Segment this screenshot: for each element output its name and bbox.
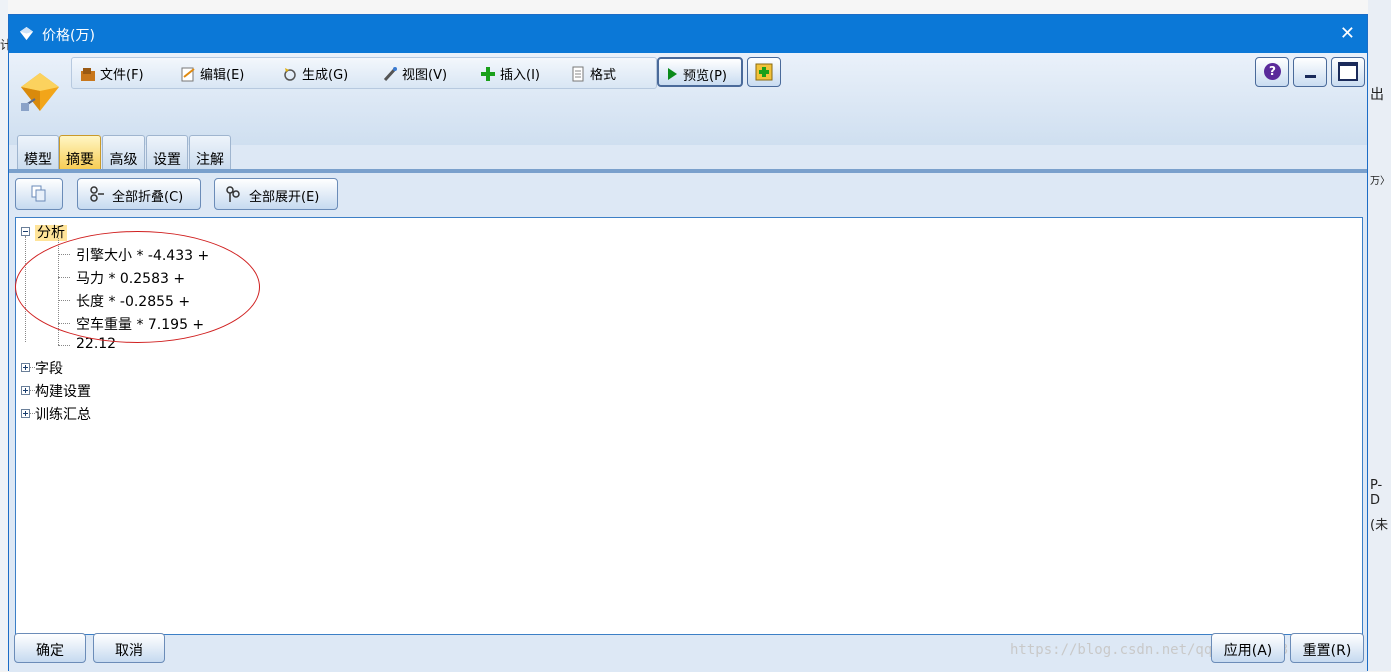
collapse-toggle-icon[interactable] (21, 227, 30, 236)
format-icon (572, 66, 584, 82)
menu-edit-label: 编辑(E) (200, 68, 245, 83)
background-top (0, 0, 1391, 14)
background-left (0, 0, 8, 671)
tab-annotation[interactable]: 注解 (189, 135, 231, 169)
tree-node-training-summary[interactable]: 训练汇总 (35, 404, 91, 424)
help-icon: ? (1264, 63, 1281, 80)
menu-bar: 文件(F) 编辑(E) 生成(G) 视图(V) 插入(I) 格式 (71, 57, 657, 89)
menu-insert-label: 插入(I) (500, 68, 540, 83)
collapse-all-label: 全部折叠(C) (112, 190, 184, 205)
menu-format-label: 格式 (590, 68, 617, 83)
reset-button[interactable]: 重置(R) (1290, 633, 1364, 663)
expand-toggle-icon[interactable] (21, 363, 30, 372)
menu-generate-label: 生成(G) (302, 68, 349, 83)
minimize-button[interactable] (1293, 57, 1327, 87)
tab-model[interactable]: 模型 (17, 135, 59, 169)
copy-button[interactable] (15, 178, 63, 210)
add-to-canvas-button[interactable] (747, 57, 781, 87)
window-title: 价格(万) (42, 28, 95, 44)
menu-format[interactable]: 格式 (570, 64, 616, 83)
menu-file[interactable]: 文件(F) (80, 64, 144, 83)
cancel-button[interactable]: 取消 (93, 633, 165, 663)
annotation-ellipse (15, 231, 260, 343)
tree-node-analysis-label: 分析 (35, 225, 67, 241)
background-pd-fragment: P-D (1370, 478, 1383, 508)
title-bar[interactable]: 价格(万) ✕ (9, 15, 1367, 53)
view-brush-icon (383, 67, 397, 82)
close-icon[interactable]: ✕ (1340, 23, 1355, 44)
plus-icon (481, 67, 495, 81)
copy-icon (31, 185, 46, 202)
background-untitled-fragment: (未 (1370, 518, 1389, 533)
generate-icon (284, 68, 296, 81)
expand-all-icon (226, 186, 240, 202)
help-button[interactable]: ? (1255, 57, 1289, 87)
preview-button[interactable]: 预览(P) (657, 57, 743, 87)
menu-view[interactable]: 视图(V) (382, 64, 447, 83)
menu-file-label: 文件(F) (100, 68, 144, 83)
tab-settings[interactable]: 设置 (146, 135, 188, 169)
tab-advanced[interactable]: 高级 (102, 135, 145, 169)
menu-view-label: 视图(V) (402, 68, 448, 83)
tab-summary[interactable]: 摘要 (59, 135, 101, 169)
menu-insert[interactable]: 插入(I) (480, 64, 540, 83)
expand-toggle-icon[interactable] (21, 386, 30, 395)
maximize-button[interactable] (1331, 57, 1365, 87)
expand-all-label: 全部展开(E) (249, 190, 320, 205)
background-export-fragment: 出 (1370, 87, 1384, 103)
preview-label: 预览(P) (683, 69, 727, 84)
tree-connector (58, 345, 70, 346)
edit-icon (181, 67, 195, 82)
background-label-fragment: 万〉 (1370, 176, 1390, 187)
minimize-icon (1305, 75, 1316, 78)
collapse-all-icon (90, 186, 104, 202)
ok-button[interactable]: 确定 (14, 633, 86, 663)
toolbar-area: 文件(F) 编辑(E) 生成(G) 视图(V) 插入(I) 格式 预览(P) ? (9, 53, 1367, 145)
maximize-icon (1338, 62, 1358, 81)
expand-all-button[interactable]: 全部展开(E) (214, 178, 338, 210)
expand-toggle-icon[interactable] (21, 409, 30, 418)
diamond-icon (19, 26, 34, 41)
collapse-all-button[interactable]: 全部折叠(C) (77, 178, 201, 210)
menu-edit[interactable]: 编辑(E) (180, 64, 244, 83)
model-nugget-window: 价格(万) ✕ 文件(F) 编辑(E) 生成(G) 视图(V) 插入(I) 格式… (8, 14, 1368, 672)
tree-node-analysis[interactable]: 分析 (35, 222, 67, 242)
play-icon (668, 68, 677, 80)
apply-button[interactable]: 应用(A) (1211, 633, 1285, 663)
add-to-canvas-icon (755, 63, 773, 81)
tree-node-build-settings[interactable]: 构建设置 (35, 381, 91, 401)
menu-generate[interactable]: 生成(G) (282, 64, 348, 83)
tree-node-fields[interactable]: 字段 (35, 358, 63, 378)
model-diamond-icon (21, 73, 59, 111)
file-folder-icon (81, 68, 95, 81)
